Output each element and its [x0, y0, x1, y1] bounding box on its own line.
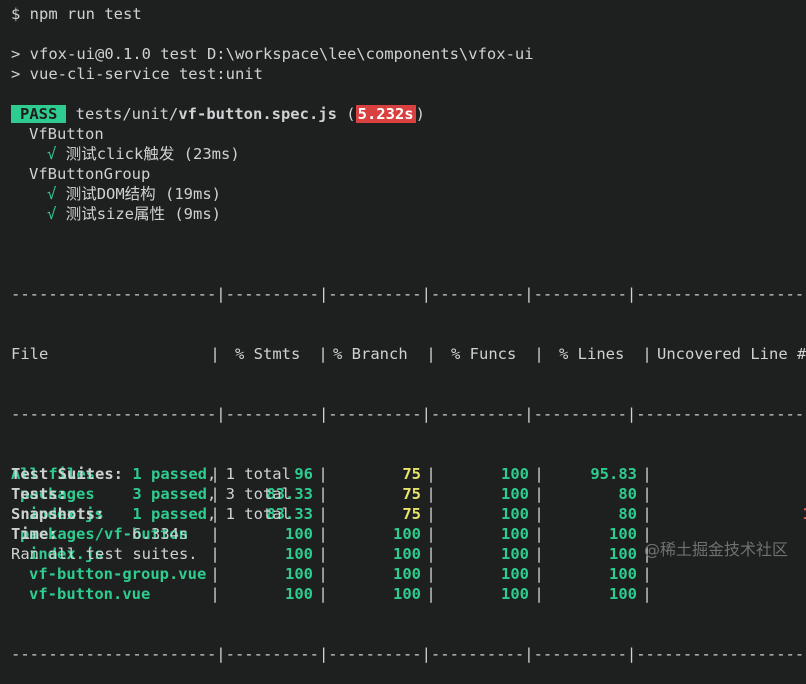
- check-icon: √: [47, 145, 57, 163]
- branch-cell: 75: [402, 485, 421, 503]
- lines-cell: 100: [609, 525, 637, 543]
- stmts-cell: 100: [285, 585, 313, 603]
- lines-cell: 100: [609, 545, 637, 563]
- lines-cell: 100: [609, 565, 637, 583]
- header-file: File: [11, 345, 49, 363]
- file-cell: vf-button-group.vue: [29, 565, 207, 583]
- table-divider: ----------------------|----------|------…: [11, 645, 806, 663]
- suite-name: VfButtonGroup: [29, 165, 151, 183]
- funcs-cell: 100: [501, 485, 529, 503]
- branch-cell: 100: [393, 545, 421, 563]
- summary-suites: Test Suites: 1 passed, 1 total: [11, 464, 291, 484]
- branch-cell: 100: [393, 585, 421, 603]
- summary-label: Snapshots:: [11, 505, 105, 523]
- summary-total: , 1 total: [206, 465, 291, 483]
- test-case: √ 测试DOM结构 (19ms): [47, 184, 221, 204]
- branch-cell: 100: [393, 565, 421, 583]
- watermark: @稀土掘金技术社区: [643, 540, 788, 559]
- summary-passed: 1 passed: [132, 505, 207, 523]
- summary-passed: 3 passed: [132, 485, 207, 503]
- table-row: vf-button-group.vue|100|100|100|100||: [11, 564, 806, 584]
- time-close-paren: ): [415, 105, 425, 123]
- header-uncovered: Uncovered Line #s: [657, 345, 806, 363]
- summary-passed: 1 passed: [132, 465, 207, 483]
- table-divider: ----------------------|----------|------…: [11, 405, 806, 423]
- lines-cell: 80: [618, 505, 637, 523]
- summary-tests: Tests: 3 passed, 3 total: [11, 484, 291, 504]
- test-result-line: PASS tests/unit/vf-button.spec.js (5.232…: [11, 104, 425, 124]
- summary-label: Test Suites:: [11, 465, 123, 483]
- lines-cell: 100: [609, 585, 637, 603]
- funcs-cell: 100: [501, 505, 529, 523]
- uncovered-cell: 16: [657, 504, 806, 524]
- header-stmts: % Stmts: [235, 345, 301, 363]
- funcs-cell: 100: [501, 465, 529, 483]
- header-branch: % Branch: [333, 345, 408, 363]
- branch-cell: 100: [393, 525, 421, 543]
- header-funcs: % Funcs: [451, 345, 517, 363]
- time-open-paren: (: [336, 105, 356, 123]
- summary-label: Time:: [11, 525, 58, 543]
- command-prompt: $ npm run test: [11, 5, 142, 23]
- funcs-cell: 100: [501, 565, 529, 583]
- suite-name: VfButton: [29, 125, 104, 143]
- spec-path: tests/unit/: [75, 105, 179, 123]
- stmts-cell: 100: [285, 565, 313, 583]
- test-case: √ 测试size属性 (9ms): [47, 204, 221, 224]
- funcs-cell: 100: [501, 545, 529, 563]
- check-icon: √: [47, 185, 57, 203]
- table-row: vf-button.vue|100|100|100|100||: [11, 584, 806, 604]
- summary-time-value: 6.334s: [132, 525, 189, 543]
- summary-time: Time: 6.334s: [11, 524, 188, 544]
- test-label: 测试click触发 (23ms): [65, 145, 240, 163]
- slow-time-badge: 5.232s: [355, 105, 416, 123]
- test-case: √ 测试click触发 (23ms): [47, 144, 240, 164]
- header-lines: % Lines: [559, 345, 625, 363]
- funcs-cell: 100: [501, 585, 529, 603]
- summary-label: Tests:: [11, 485, 67, 503]
- test-label: 测试size属性 (9ms): [65, 205, 222, 223]
- script-line-unit: > vue-cli-service test:unit: [11, 65, 263, 83]
- branch-cell: 75: [402, 505, 421, 523]
- stmts-cell: 100: [285, 525, 313, 543]
- test-label: 测试DOM结构 (19ms): [65, 185, 222, 203]
- lines-cell: 80: [618, 485, 637, 503]
- pass-badge: PASS: [11, 105, 67, 123]
- summary-total: , 3 total: [206, 485, 291, 503]
- spec-file: vf-button.spec.js: [178, 105, 337, 123]
- check-icon: √: [47, 205, 57, 223]
- cropped-previous-line: [0, 0, 806, 2]
- summary-snapshots: Snapshots: 1 passed, 1 total: [11, 504, 291, 524]
- funcs-cell: 100: [501, 525, 529, 543]
- summary-total: , 1 total: [206, 505, 291, 523]
- branch-cell: 75: [402, 465, 421, 483]
- stmts-cell: 100: [285, 545, 313, 563]
- table-divider: ----------------------|----------|------…: [11, 285, 806, 303]
- lines-cell: 95.83: [590, 465, 637, 483]
- summary-ran-all: Ran all test suites.: [11, 545, 198, 563]
- file-cell: vf-button.vue: [29, 585, 151, 603]
- script-line-test: > vfox-ui@0.1.0 test D:\workspace\lee\co…: [11, 45, 534, 63]
- table-header-row: File |% Stmts |% Branch |% Funcs |% Lines | Un…: [11, 344, 806, 364]
